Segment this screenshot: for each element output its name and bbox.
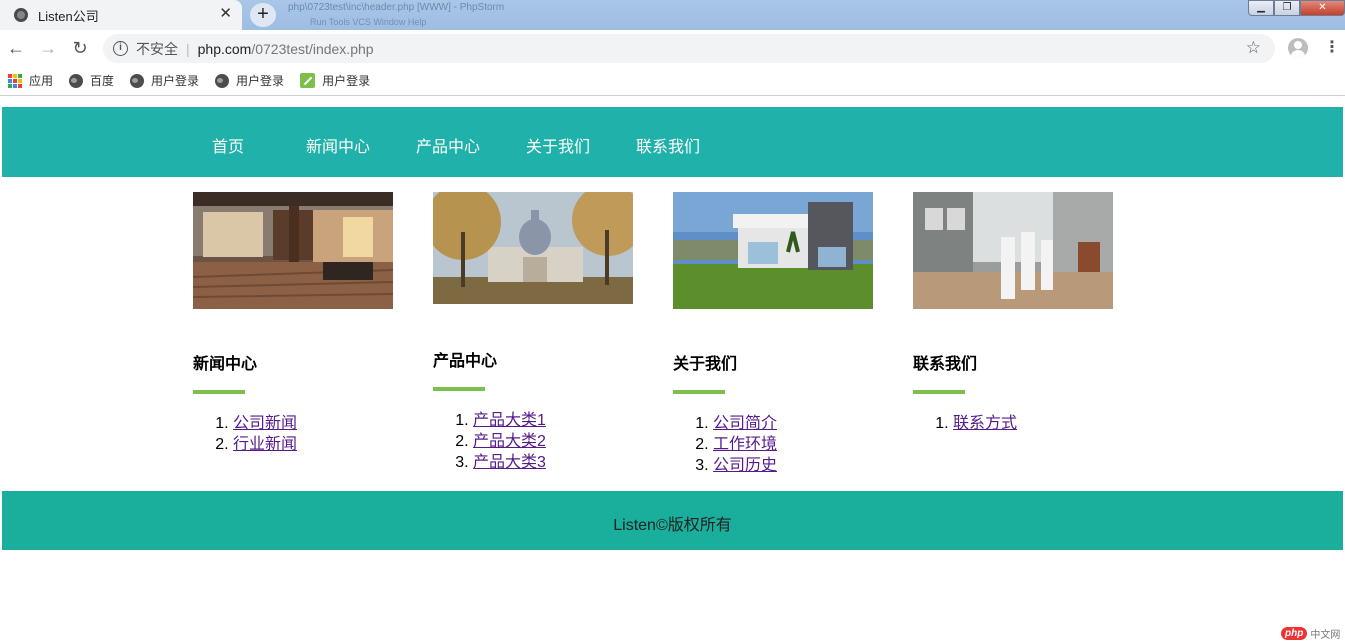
link-product-category-1[interactable]: 产品大类1: [473, 412, 546, 429]
exhibition-building-photo: [433, 192, 633, 304]
link-list: 产品大类1 产品大类2 产品大类3: [473, 410, 546, 473]
heading-underline: [433, 387, 485, 391]
link-company-history[interactable]: 公司历史: [713, 457, 777, 474]
section-contact: 联系我们 联系方式: [913, 192, 1113, 432]
star-icon[interactable]: ☆: [1246, 38, 1261, 58]
nav-link-news[interactable]: 新闻中心: [306, 133, 370, 157]
minimize-button[interactable]: ▁: [1248, 0, 1274, 16]
section-heading: 新闻中心: [193, 356, 258, 373]
globe-icon: [69, 73, 84, 88]
list-item: 产品大类1: [473, 410, 546, 431]
browser-toolbar: ← → ↻ i 不安全 | php.com/0723test/index.php…: [0, 30, 1345, 66]
heading-underline: [913, 390, 965, 394]
info-icon[interactable]: i: [113, 41, 128, 56]
profile-avatar-icon[interactable]: [1288, 38, 1308, 58]
watermark-text: 中文网: [1310, 630, 1341, 641]
bookmark-login-1[interactable]: 用户登录: [130, 72, 199, 89]
list-item: 联系方式: [953, 413, 1017, 434]
globe-icon: [130, 73, 145, 88]
link-product-category-3[interactable]: 产品大类3: [473, 454, 546, 471]
list-item: 产品大类3: [473, 452, 546, 473]
nav-link-home[interactable]: 首页: [212, 133, 244, 157]
list-item: 公司简介: [713, 413, 777, 434]
address-bar[interactable]: i 不安全 | php.com/0723test/index.php ☆: [103, 34, 1275, 63]
link-work-environment[interactable]: 工作环境: [713, 436, 777, 453]
divider: |: [186, 40, 190, 57]
globe-icon: [14, 8, 28, 22]
section-about: 关于我们 公司简介 工作环境 公司历史: [673, 192, 873, 474]
modern-villa-photo: [673, 192, 873, 309]
php-logo-icon: php: [1281, 627, 1308, 640]
back-arrow-icon[interactable]: ←: [6, 38, 26, 58]
apps-icon: [8, 73, 22, 88]
close-tab-icon[interactable]: ✕: [219, 6, 232, 22]
bookmark-label: 用户登录: [236, 74, 285, 88]
link-contact-info[interactable]: 联系方式: [953, 415, 1017, 432]
bookmark-label: 百度: [90, 74, 115, 88]
watermark: php 中文网: [1281, 626, 1340, 641]
tab-strip: Listen公司 ✕ + php\0723test\inc\header.php…: [0, 0, 1345, 30]
bookmark-label: 用户登录: [322, 74, 371, 88]
nav-link-about[interactable]: 关于我们: [526, 133, 590, 157]
link-list: 公司简介 工作环境 公司历史: [713, 413, 777, 476]
url-path: /0723test/index.php: [251, 40, 374, 57]
kebab-menu-icon[interactable]: ⋮: [1324, 38, 1340, 58]
background-window-title: php\0723test\inc\header.php [WWW] - PhpS…: [288, 2, 505, 13]
bookmark-label: 应用: [29, 74, 54, 88]
maximize-button[interactable]: ❐: [1274, 0, 1300, 16]
security-label: 不安全: [136, 40, 178, 57]
bookmark-label: 用户登录: [151, 74, 200, 88]
link-company-profile[interactable]: 公司简介: [713, 415, 777, 432]
list-item: 产品大类2: [473, 431, 546, 452]
forward-arrow-icon[interactable]: →: [38, 38, 58, 58]
section-heading: 产品中心: [433, 353, 498, 370]
link-product-category-2[interactable]: 产品大类2: [473, 433, 546, 450]
link-list: 公司新闻 行业新闻: [233, 413, 297, 455]
list-item: 公司历史: [713, 455, 777, 476]
browser-tab[interactable]: Listen公司 ✕: [0, 0, 242, 30]
background-window-menu: Run Tools VCS Window Help: [310, 17, 427, 27]
heading-underline: [193, 390, 245, 394]
section-heading: 关于我们: [673, 356, 738, 373]
bookmark-apps[interactable]: 应用: [8, 72, 53, 89]
close-window-button[interactable]: ✕: [1300, 0, 1345, 16]
section-news: 新闻中心 公司新闻 行业新闻: [193, 192, 393, 453]
house-terrace-photo: [193, 192, 393, 309]
list-item: 工作环境: [713, 434, 777, 455]
bookmark-login-3[interactable]: 用户登录: [300, 72, 370, 89]
heading-underline: [673, 390, 725, 394]
list-item: 公司新闻: [233, 413, 297, 434]
list-item: 行业新闻: [233, 434, 297, 455]
globe-icon: [215, 73, 230, 88]
copyright-text: Listen©版权所有: [613, 517, 732, 534]
section-products: 产品中心 产品大类1 产品大类2 产品大类3: [433, 192, 633, 471]
url-host: php.com: [197, 40, 252, 57]
section-heading: 联系我们: [913, 356, 978, 373]
bookmarks-bar: 应用 百度 用户登录 用户登录 用户登录: [0, 66, 1345, 96]
link-industry-news[interactable]: 行业新闻: [233, 436, 297, 453]
bookmark-login-2[interactable]: 用户登录: [215, 72, 284, 89]
site-footer: Listen©版权所有: [2, 491, 1343, 550]
link-list: 联系方式: [953, 413, 1017, 434]
reload-icon[interactable]: ↻: [70, 38, 90, 58]
site-nav-bar: 首页 新闻中心 产品中心 关于我们 联系我们: [2, 107, 1343, 177]
tab-title: Listen公司: [38, 8, 99, 24]
nav-link-contact[interactable]: 联系我们: [636, 133, 700, 157]
nav-link-products[interactable]: 产品中心: [416, 133, 480, 157]
bookmark-baidu[interactable]: 百度: [69, 72, 114, 89]
new-tab-button[interactable]: +: [250, 3, 276, 27]
empty-gallery-room-photo: [913, 192, 1113, 309]
link-company-news[interactable]: 公司新闻: [233, 415, 297, 432]
leaf-icon: [300, 73, 316, 88]
